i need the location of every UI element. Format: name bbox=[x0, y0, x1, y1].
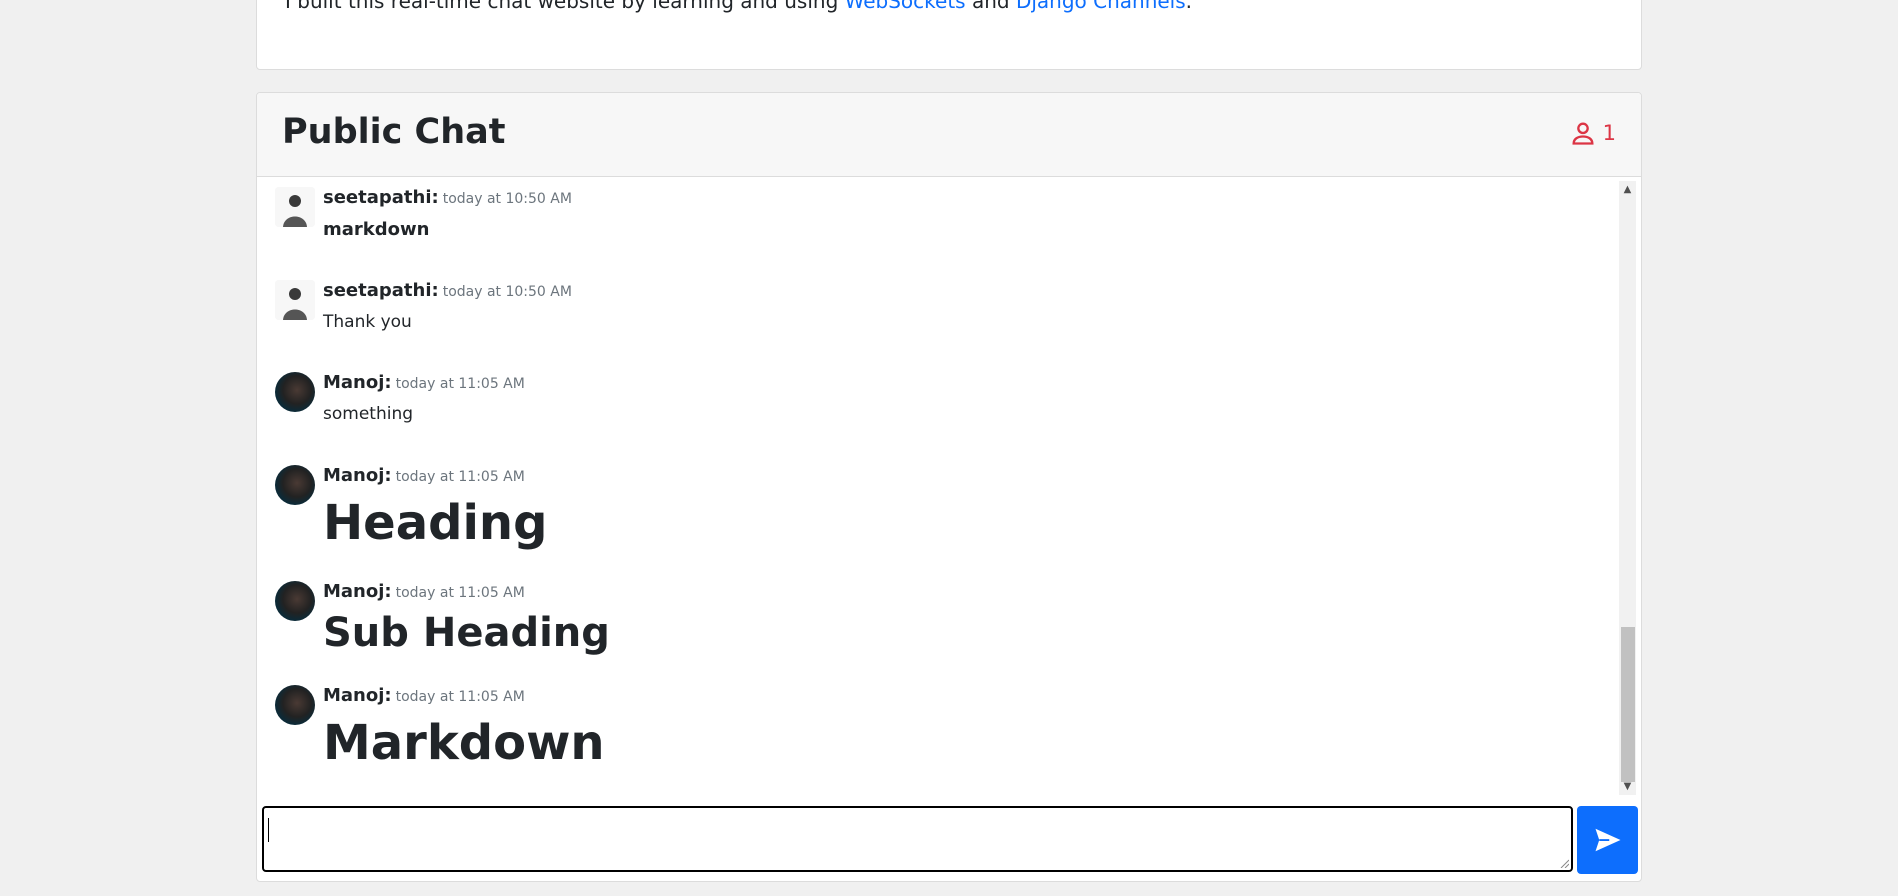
message-heading-1: Markdown bbox=[323, 715, 605, 771]
message-list: seetapathi: today at 10:50 AM markdown se… bbox=[257, 177, 1619, 795]
message-username[interactable]: seetapathi: bbox=[323, 187, 439, 208]
scroll-down-arrow-icon[interactable]: ▼ bbox=[1619, 778, 1636, 795]
intro-text: I built this real-time chat website by l… bbox=[285, 0, 1192, 11]
message-username[interactable]: Manoj: bbox=[323, 685, 392, 706]
avatar[interactable] bbox=[275, 685, 315, 725]
websockets-link[interactable]: WebSockets bbox=[845, 0, 966, 13]
message-text: Thank you bbox=[323, 312, 412, 332]
online-count: 1 bbox=[1602, 121, 1616, 145]
message-timestamp: today at 10:50 AM bbox=[442, 284, 572, 300]
user-icon bbox=[1572, 122, 1594, 145]
send-icon bbox=[1595, 828, 1620, 852]
intro-card: I built this real-time chat website by l… bbox=[256, 0, 1642, 70]
message-username[interactable]: Manoj: bbox=[323, 372, 392, 393]
send-button[interactable] bbox=[1577, 806, 1638, 874]
chat-message-input[interactable] bbox=[262, 806, 1573, 872]
avatar[interactable] bbox=[275, 280, 315, 320]
message-timestamp: today at 10:50 AM bbox=[442, 191, 572, 207]
message-heading-2: Sub Heading bbox=[323, 610, 610, 656]
avatar[interactable] bbox=[275, 187, 315, 227]
message-username[interactable]: seetapathi: bbox=[323, 280, 439, 301]
message-text: markdown bbox=[323, 219, 430, 240]
scroll-up-arrow-icon[interactable]: ▲ bbox=[1619, 181, 1636, 198]
person-photo-icon bbox=[275, 187, 315, 227]
message-text: something bbox=[323, 404, 414, 424]
text-caret bbox=[268, 818, 269, 842]
avatar[interactable] bbox=[275, 581, 315, 621]
message-timestamp: today at 11:05 AM bbox=[395, 585, 525, 601]
avatar[interactable] bbox=[275, 372, 315, 412]
django-channels-link[interactable]: Django Channels bbox=[1016, 0, 1186, 13]
resize-grip-icon[interactable] bbox=[1559, 858, 1569, 868]
message-heading-1: Heading bbox=[323, 495, 548, 551]
message-timestamp: today at 11:05 AM bbox=[395, 469, 525, 485]
message-username[interactable]: Manoj: bbox=[323, 465, 392, 486]
online-users-badge[interactable]: 1 bbox=[1569, 119, 1616, 147]
scrollbar-thumb[interactable] bbox=[1621, 627, 1635, 782]
message-scrollbar[interactable]: ▲ ▼ bbox=[1619, 181, 1636, 795]
message-timestamp: today at 11:05 AM bbox=[395, 376, 525, 392]
chat-card: Public Chat 1 seetapathi: today at 10:50 … bbox=[256, 92, 1642, 882]
person-photo-icon bbox=[275, 280, 315, 320]
avatar[interactable] bbox=[275, 465, 315, 505]
chat-header: Public Chat 1 bbox=[257, 93, 1641, 177]
message-timestamp: today at 11:05 AM bbox=[395, 689, 525, 705]
chat-title: Public Chat bbox=[282, 112, 506, 152]
message-username[interactable]: Manoj: bbox=[323, 581, 392, 602]
